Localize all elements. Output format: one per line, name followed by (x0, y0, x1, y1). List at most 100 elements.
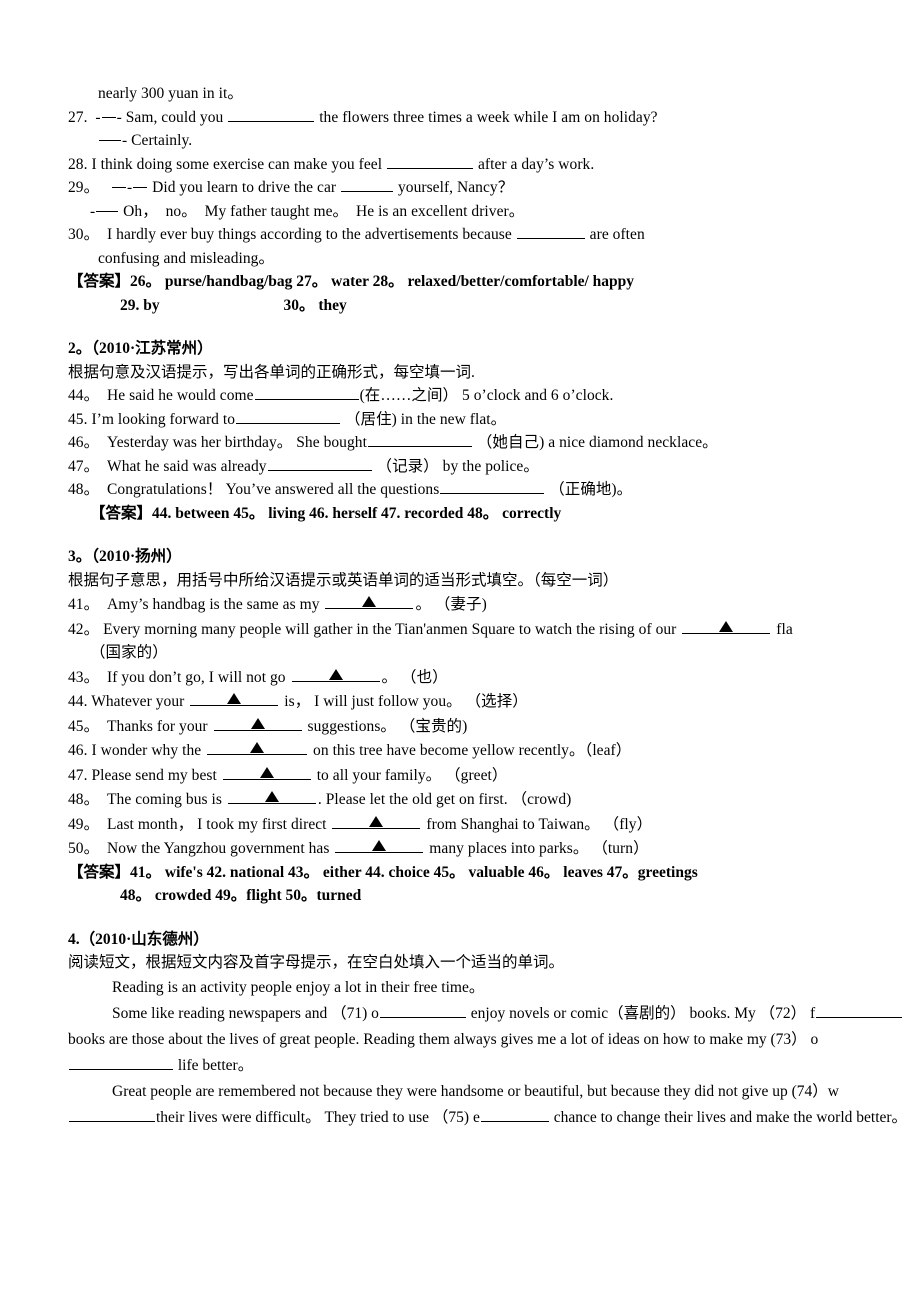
question-49-number: 49。 (68, 815, 100, 833)
answer-blank-triangle[interactable] (335, 836, 424, 853)
cloze-blank-74[interactable] (69, 1106, 155, 1122)
section3-question-46: 46. I wonder why the on this tree have b… (68, 738, 920, 763)
question-42-tail-clipped: fla (776, 620, 793, 638)
section2-question-46: 46。 Yesterday was her birthday。 She boug… (68, 431, 920, 455)
question-30-prompt: I hardly ever buy things according to th… (107, 226, 512, 243)
hyphen-glyph: - (91, 108, 101, 126)
section-3-heading: 3。（2010·扬州） (68, 548, 182, 565)
answer-blank-triangle[interactable] (213, 714, 302, 731)
answer-blank-triangle[interactable] (682, 617, 771, 634)
cloze-blank-72[interactable] (816, 1002, 903, 1018)
answer-blank-triangle[interactable] (325, 592, 414, 609)
section-2-heading: 2。（2010·江苏常州） (68, 340, 213, 357)
passage-paragraph-3: Great people are remembered not because … (68, 1079, 920, 1131)
question-30-number: 30。 (68, 226, 100, 243)
question-44b-number: 44. (68, 693, 88, 710)
question-29-reply-a: Oh， (123, 202, 158, 220)
question-43-number: 43。 (68, 668, 100, 686)
section3-question-47: 47. Please send my best to all your fami… (68, 763, 920, 788)
question-29-tail: yourself, Nancy？ (397, 179, 514, 196)
answer-key-text: 41。 wife's 42. national 43。 either 44. c… (130, 863, 698, 881)
passage-p2-d: books are those about the lives of great… (68, 1030, 604, 1048)
answer-key-section3-line1: 【答案】41。 wife's 42. national 43。 either 4… (68, 861, 920, 885)
answer-blank-triangle[interactable] (291, 665, 380, 682)
question-46b-tail: on this tree have become yellow recently… (313, 742, 632, 759)
answer-blank[interactable] (367, 431, 472, 447)
section3-question-48: 48。 The coming bus is . Please let the o… (68, 787, 920, 812)
answer-key-text-2: 48。 crowded 49。flight 50。turned (120, 887, 362, 904)
passage-paragraph-1: Reading is an activity people enjoy a lo… (68, 975, 920, 1001)
question-43-tail: 。 （也） (381, 668, 448, 686)
question-41-prompt: Amy’s handbag is the same as my (107, 596, 320, 613)
question-42-hint-text: （国家的） (90, 644, 168, 661)
triangle-icon (250, 742, 265, 753)
passage-p2-e: ideas on how to make my (73） o (607, 1030, 819, 1048)
answer-blank[interactable] (341, 176, 394, 192)
question-27-number: 27. (68, 108, 88, 126)
question-47b-prompt: Please send my best (91, 766, 217, 784)
section-4-directions: 阅读短文，根据短文内容及首字母提示，在空白处填入一个适当的单词。 (68, 954, 565, 971)
question-44-number: 44。 (68, 387, 100, 404)
question-28-prompt: I think doing some exercise can make you… (91, 155, 383, 173)
cloze-blank-75[interactable] (480, 1106, 549, 1122)
em-dash-icon (111, 187, 126, 188)
question-50-tail: many places into parks。 （turn） (429, 840, 649, 857)
question-50-prompt: Now the Yangzhou government has (107, 840, 330, 857)
answer-blank-triangle[interactable] (207, 738, 308, 755)
question-43-prompt: If you don’t go, I will not go (107, 668, 286, 686)
question-46-prompt: Yesterday was her birthday。 She bought (107, 434, 367, 451)
answer-key-section2: 【答案】44. between 45。 living 46. herself 4… (68, 502, 920, 526)
answer-label: 【答案】 (68, 863, 131, 881)
question-48b-number: 48。 (68, 791, 100, 808)
question-47b-number: 47. (68, 766, 88, 784)
question-47-tail: （记录） by the police。 (376, 457, 539, 475)
continuation-line: nearly 300 yuan in it。 (68, 82, 920, 106)
answer-blank[interactable] (254, 384, 359, 400)
cloze-blank-73[interactable] (69, 1054, 173, 1070)
question-44b-prompt: Whatever your (91, 693, 185, 710)
section2-question-45: 45. I’m looking forward to （居住) in the n… (68, 408, 920, 432)
section3-question-50: 50。 Now the Yangzhou government has many… (68, 836, 920, 861)
question-29-reply-d: He is an excellent driver。 (355, 202, 525, 220)
answer-key-text: 44. between 45。 living 46. herself 47. r… (152, 504, 562, 522)
question-30: 30。 I hardly ever buy things according t… (68, 223, 920, 247)
answer-blank-triangle[interactable] (190, 689, 279, 706)
passage-p2-c: （72） f (759, 1004, 816, 1022)
question-29-reply: - Oh， no。 My father taught me。 He is an … (90, 202, 525, 220)
section2-question-48: 48。 Congratulations！ You’ve answered all… (68, 478, 920, 502)
question-27-reply: - Certainly. (68, 129, 920, 153)
question-29-reply-b: no。 (165, 202, 197, 220)
answer-blank[interactable] (440, 478, 545, 494)
question-45-prompt: I’m looking forward to (91, 410, 236, 428)
question-47-prompt: What he said was already (107, 457, 267, 475)
question-28-tail: after a day’s work. (477, 155, 595, 173)
answer-key-block1-line1: 【答案】26。 purse/handbag/bag 27。 water 28。 … (68, 270, 920, 294)
section2-question-47: 47。 What he said was already （记录） by the… (68, 455, 920, 479)
answer-blank[interactable] (387, 153, 474, 169)
em-dash-icon (96, 210, 119, 212)
question-45b-prompt: Thanks for your (107, 717, 208, 735)
answer-blank-triangle[interactable] (332, 812, 421, 829)
cloze-blank-71[interactable] (379, 1002, 466, 1018)
answer-blank[interactable] (236, 408, 341, 424)
answer-blank-triangle[interactable] (222, 763, 311, 780)
answer-blank-triangle[interactable] (227, 787, 316, 804)
question-46-tail: （她自己) a nice diamond necklace。 (476, 434, 718, 451)
question-41-number: 41。 (68, 596, 100, 613)
question-45-tail: （居住) in the new flat。 (345, 410, 507, 428)
section-2-directions: 根据句意及汉语提示，写出各单词的正确形式，每空填一词. (68, 363, 475, 381)
triangle-icon (227, 693, 242, 704)
passage-p3-d: chance to change (553, 1108, 661, 1126)
answer-blank[interactable] (516, 223, 585, 239)
question-47-number: 47。 (68, 457, 100, 475)
question-45b-number: 45。 (68, 717, 100, 735)
section3-question-49: 49。 Last month， I took my first direct f… (68, 812, 920, 837)
em-dash-icon (133, 187, 148, 188)
passage-p1-text: Reading is an activity people enjoy a lo… (112, 978, 485, 996)
question-27-prompt: - Sam, could you (116, 108, 224, 126)
answer-blank[interactable] (228, 106, 315, 122)
section3-question-44: 44. Whatever your is， I will just follow… (68, 689, 920, 714)
question-27-tail: the flowers three times a week while I a… (319, 108, 658, 126)
answer-blank[interactable] (267, 455, 372, 471)
question-29-prompt: Did you learn to drive the car (152, 179, 337, 196)
